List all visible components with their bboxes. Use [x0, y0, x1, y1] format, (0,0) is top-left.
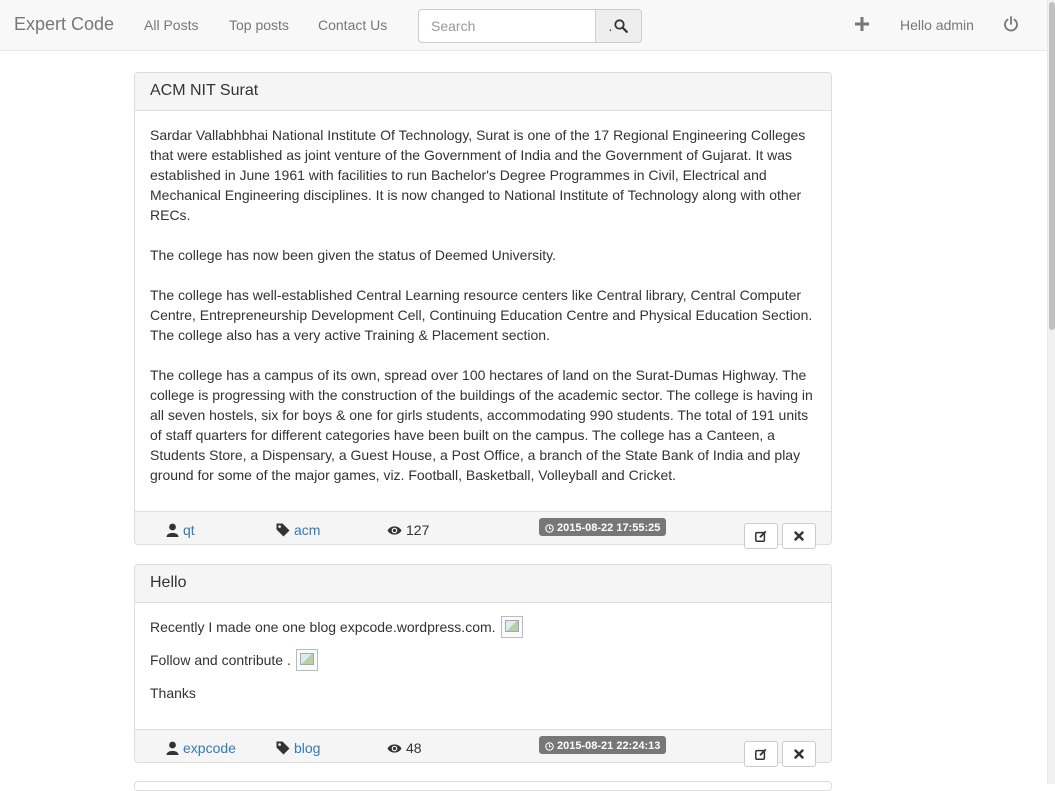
search-button-dot: .	[608, 18, 613, 34]
post-author: qt	[166, 522, 195, 538]
tag-icon	[276, 523, 290, 537]
post-author-link[interactable]: qt	[183, 522, 195, 538]
post-title: ACM NIT Surat	[135, 73, 831, 111]
post-author: expcode	[166, 740, 236, 756]
post-tag-link[interactable]: acm	[294, 522, 320, 538]
edit-post-button[interactable]	[744, 741, 778, 767]
post-paragraph: The college has a campus of its own, spr…	[150, 367, 813, 483]
post-footer: qt acm 127 2015-08-22 17:55:25	[135, 511, 831, 549]
post-panel: Hello Recently I made one one blog expco…	[134, 564, 832, 767]
post-views: 127	[387, 522, 429, 538]
post-paragraph: The college has now been given the statu…	[150, 247, 556, 263]
search-button[interactable]: .	[595, 9, 642, 43]
scrollbar-thumb[interactable]	[1049, 2, 1055, 330]
post-date: 2015-08-22 17:55:25	[557, 522, 661, 534]
edit-icon	[755, 530, 767, 542]
nav-link-top-posts[interactable]: Top posts	[229, 17, 289, 33]
post-date-badge: 2015-08-22 17:55:25	[539, 518, 667, 536]
post-line-text: Follow and contribute .	[150, 652, 291, 668]
page-scrollbar[interactable]	[1047, 0, 1055, 784]
post-view-count: 48	[406, 740, 422, 756]
nav-link-contact-us[interactable]: Contact Us	[318, 17, 387, 33]
post-footer: expcode blog 48 2015-08-21 22:24:13	[135, 729, 831, 767]
user-icon	[166, 523, 179, 537]
delete-post-button[interactable]	[782, 523, 816, 549]
brand-logo-link[interactable]: Expert Code	[14, 14, 114, 35]
clock-icon	[545, 523, 554, 533]
top-navbar: Expert Code All Posts Top posts Contact …	[0, 0, 1047, 51]
post-views: 48	[387, 740, 422, 756]
post-tag: blog	[276, 740, 320, 756]
edit-icon	[755, 748, 767, 760]
post-panel-partial	[134, 781, 832, 791]
post-line: Follow and contribute .	[150, 649, 816, 671]
eye-icon	[387, 743, 402, 754]
close-icon	[794, 749, 804, 759]
post-paragraph: Sardar Vallabhbhai National Institute Of…	[150, 127, 806, 223]
search-icon	[614, 19, 629, 33]
post-author-link[interactable]: expcode	[183, 740, 236, 756]
broken-image	[500, 616, 523, 638]
eye-icon	[387, 525, 402, 536]
power-icon	[1004, 16, 1018, 32]
add-post-button[interactable]	[855, 17, 869, 36]
delete-post-button[interactable]	[782, 741, 816, 767]
post-title: Hello	[135, 565, 831, 603]
post-line-text: Recently I made one one blog expcode.wor…	[150, 619, 496, 635]
clock-icon	[545, 741, 554, 751]
nav-link-all-posts[interactable]: All Posts	[144, 17, 198, 33]
close-icon	[794, 531, 804, 541]
post-panel: ACM NIT Surat Sardar Vallabhbhai Nationa…	[134, 72, 832, 549]
plus-icon	[855, 17, 869, 31]
post-tag-link[interactable]: blog	[294, 740, 320, 756]
post-date-badge: 2015-08-21 22:24:13	[539, 736, 667, 754]
post-line: Recently I made one one blog expcode.wor…	[150, 616, 816, 638]
post-body: Recently I made one one blog expcode.wor…	[135, 603, 831, 703]
post-paragraph: The college has well-established Central…	[150, 287, 813, 343]
logout-button[interactable]	[1003, 16, 1019, 37]
post-date: 2015-08-21 22:24:13	[557, 740, 661, 752]
post-line-text: Thanks	[150, 685, 196, 701]
tag-icon	[276, 741, 290, 755]
edit-post-button[interactable]	[744, 523, 778, 549]
broken-image	[295, 649, 318, 671]
post-view-count: 127	[406, 522, 430, 538]
post-line: Thanks	[150, 683, 816, 703]
user-icon	[166, 741, 179, 755]
post-tag: acm	[276, 522, 320, 538]
search-input[interactable]	[418, 9, 596, 43]
post-body: Sardar Vallabhbhai National Institute Of…	[135, 111, 831, 485]
user-greeting[interactable]: Hello admin	[900, 17, 974, 33]
